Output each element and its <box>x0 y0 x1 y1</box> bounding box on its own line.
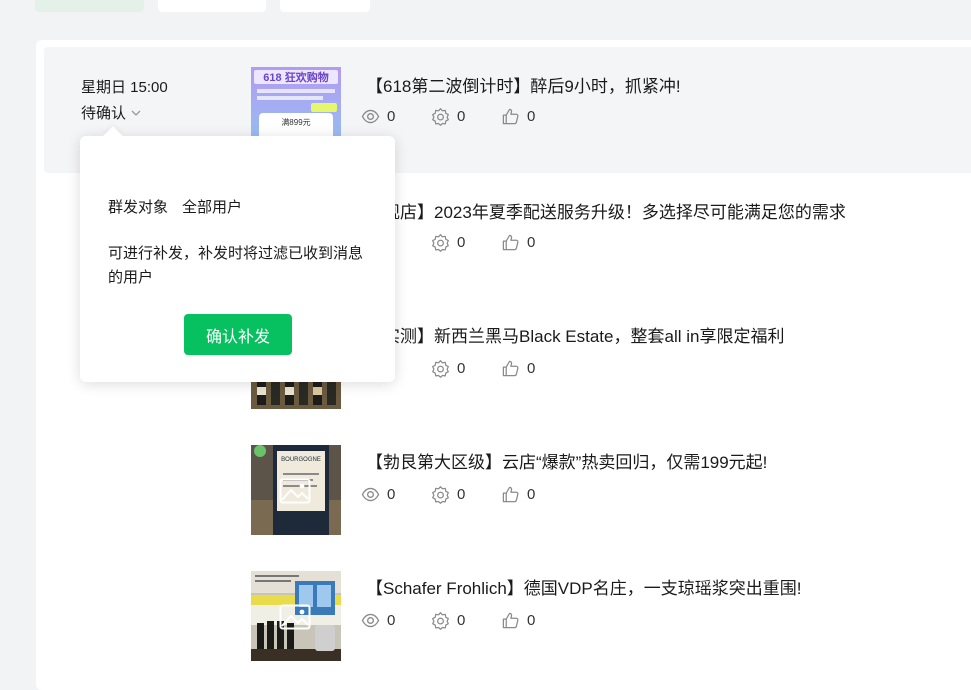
article-title[interactable]: 鉴实测】新西兰黑马Black Estate，整套all in享限定福利 <box>366 322 784 347</box>
share-gear-icon <box>431 611 450 630</box>
eye-icon <box>361 107 380 126</box>
thumbs-up-icon <box>501 611 520 630</box>
share-gear-icon <box>431 233 450 252</box>
likes-count: 0 <box>527 612 536 629</box>
shares-stat: 0 <box>431 611 501 630</box>
views-count: 0 <box>387 108 396 125</box>
message-row: BOURGOGNE 【勃艮第大区级】云店“爆款”热卖回归，仅需199元起! 0 … <box>44 425 971 551</box>
article-thumbnail[interactable] <box>251 571 341 661</box>
shares-count: 0 <box>457 234 466 251</box>
top-tab[interactable] <box>158 0 266 12</box>
thumbnail-title: BOURGOGNE <box>281 457 321 463</box>
thumbs-up-icon <box>501 485 520 504</box>
likes-stat: 0 <box>501 233 571 252</box>
message-row: 【Schafer Frohlich】德国VDP名庄，一支琼瑶浆突出重围! 0 0… <box>44 551 971 677</box>
send-target: 群发对象 全部用户 <box>108 196 242 217</box>
likes-count: 0 <box>527 108 536 125</box>
likes-count: 0 <box>527 360 536 377</box>
thumbs-up-icon <box>501 233 520 252</box>
shares-stat: 0 <box>431 359 501 378</box>
eye-icon <box>361 611 380 630</box>
thumbs-up-icon <box>501 107 520 126</box>
send-target-value: 全部用户 <box>182 199 243 216</box>
send-target-label: 群发对象 <box>108 199 169 216</box>
resend-description: 可进行补发，补发时将过滤已收到消息的用户 <box>108 245 364 286</box>
thumbs-up-icon <box>501 359 520 378</box>
views-count: 0 <box>387 486 396 503</box>
views-stat: 0 <box>361 107 431 126</box>
top-tab[interactable] <box>280 0 370 12</box>
share-gear-icon <box>431 107 450 126</box>
thumbnail-badge: 满899元 <box>281 117 310 127</box>
shares-count: 0 <box>457 360 466 377</box>
shares-stat: 0 <box>431 233 501 252</box>
article-title[interactable]: 【勃艮第大区级】云店“爆款”热卖回归，仅需199元起! <box>366 448 767 473</box>
article-stats: 0 0 0 <box>361 485 571 504</box>
resend-popover: 群发对象 全部用户 可进行补发，补发时将过滤已收到消息的用户 确认补发 <box>80 126 395 382</box>
chevron-down-icon <box>131 110 141 116</box>
article-stats: 0 0 0 <box>361 611 571 630</box>
share-gear-icon <box>431 359 450 378</box>
likes-stat: 0 <box>501 611 571 630</box>
top-tab-active[interactable] <box>35 0 144 12</box>
send-time: 星期日 15:00 <box>81 79 168 96</box>
likes-stat: 0 <box>501 485 571 504</box>
article-title[interactable]: 旗舰店】2023年夏季配送服务升级！多选择尽可能满足您的需求 <box>366 198 846 223</box>
status-label: 待确认 <box>81 105 127 122</box>
thumbnail-title: 618 狂欢购物 <box>263 70 328 84</box>
likes-count: 0 <box>527 234 536 251</box>
confirm-resend-button[interactable]: 确认补发 <box>184 314 292 355</box>
shares-stat: 0 <box>431 107 501 126</box>
shares-stat: 0 <box>431 485 501 504</box>
shares-count: 0 <box>457 108 466 125</box>
likes-stat: 0 <box>501 107 571 126</box>
article-title[interactable]: 【Schafer Frohlich】德国VDP名庄，一支琼瑶浆突出重围! <box>366 574 801 599</box>
top-tabs <box>0 0 971 14</box>
status-dropdown[interactable]: 待确认 <box>81 102 142 123</box>
share-gear-icon <box>431 485 450 504</box>
article-title[interactable]: 【618第二波倒计时】醉后9小时，抓紧冲! <box>366 72 681 97</box>
likes-stat: 0 <box>501 359 571 378</box>
shares-count: 0 <box>457 612 466 629</box>
article-stats: 0 0 0 <box>361 107 571 126</box>
likes-count: 0 <box>527 486 536 503</box>
views-stat: 0 <box>361 611 431 630</box>
eye-icon <box>361 485 380 504</box>
views-stat: 0 <box>361 485 431 504</box>
article-thumbnail[interactable]: BOURGOGNE <box>251 445 341 535</box>
views-count: 0 <box>387 612 396 629</box>
shares-count: 0 <box>457 486 466 503</box>
